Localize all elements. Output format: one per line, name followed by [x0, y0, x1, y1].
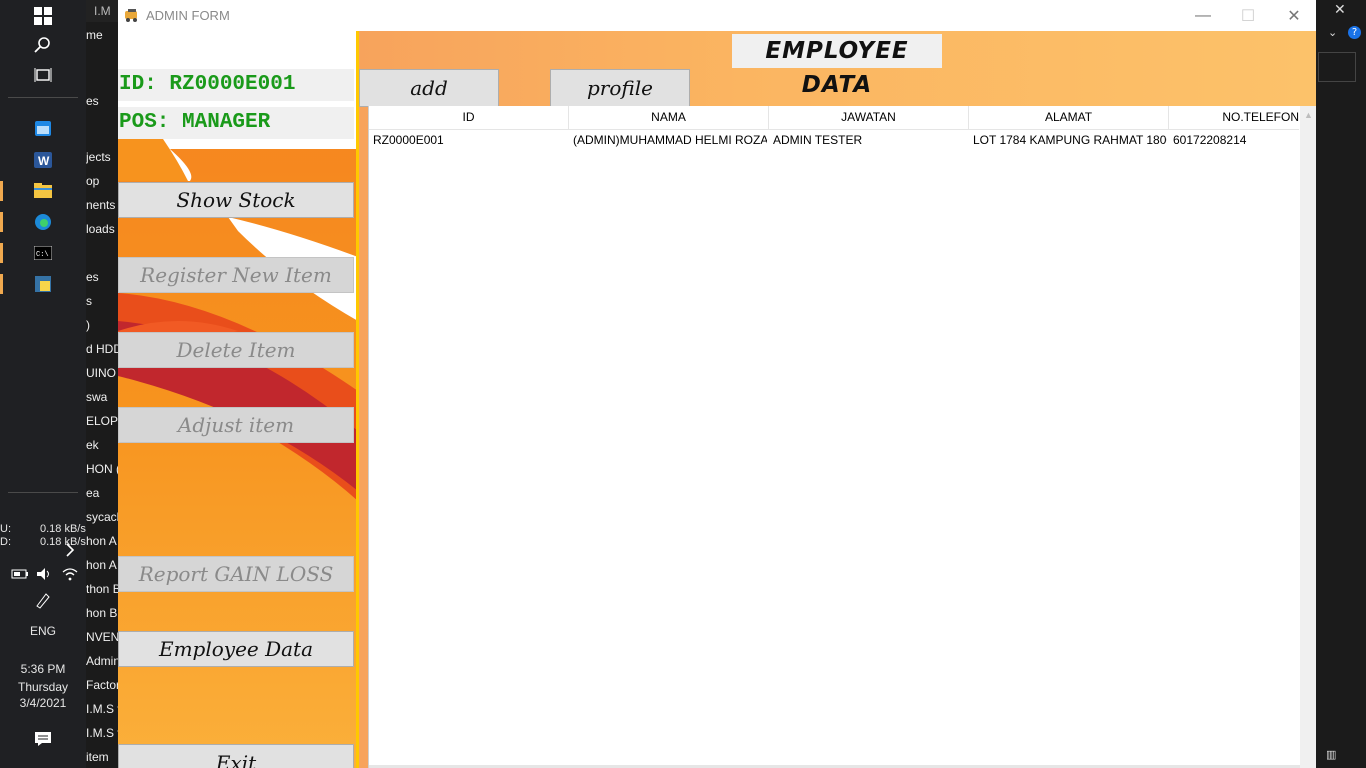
windows-taskbar: W C:\ U: 0.18 kB/s D: 0.18 kB/s ENG 5:36 P… [0, 0, 86, 768]
explorer-item: hon B [86, 606, 118, 620]
word-app-icon[interactable]: W [33, 150, 53, 170]
column-header-nama[interactable]: NAMA [569, 106, 769, 129]
explorer-item: Admin [86, 654, 118, 668]
report-gain-loss-button[interactable]: Report GAIN LOSS [118, 556, 354, 592]
explorer-item: hon A [86, 534, 117, 548]
edge-browser-icon[interactable] [33, 212, 53, 232]
background-close-icon: ✕ [1334, 2, 1346, 18]
column-header-alamat[interactable]: ALAMAT [969, 106, 1169, 129]
background-explorer-window: I.M me es jects op nents loads es s ) d … [86, 0, 118, 768]
employee-id-label: ID: RZ0000E001 [118, 69, 354, 101]
explorer-item: s [86, 294, 92, 308]
explorer-item: ek [86, 438, 99, 452]
adjust-item-button[interactable]: Adjust item [118, 407, 354, 443]
admin-form-window: ADMIN FORM — ☐ ✕ ID: RZ0000E001 POS: MAN… [118, 0, 1316, 768]
background-search-box [1318, 52, 1356, 82]
cell-id[interactable]: RZ0000E001 [369, 130, 569, 150]
background-chevron-icon: ⌄ [1328, 26, 1338, 39]
calendar-app-icon[interactable] [33, 118, 53, 138]
explorer-title-fragment: I.M [94, 4, 111, 18]
explorer-item: ELOPE [86, 414, 118, 428]
window-titlebar[interactable]: ADMIN FORM — ☐ ✕ [118, 0, 1316, 31]
explorer-item: d HDD [86, 342, 118, 356]
pen-workspace-icon[interactable] [33, 590, 53, 610]
main-content: EMPLOYEE DATA add profile ID NAMA JAWATA… [359, 31, 1316, 768]
cell-nama[interactable]: (ADMIN)MUHAMMAD HELMI ROZAIDI [569, 130, 767, 150]
svg-text:W: W [38, 154, 50, 168]
explorer-item: hon A [86, 558, 117, 572]
app-icon [124, 8, 140, 22]
background-view-icon: ▥ [1326, 748, 1337, 761]
task-view-icon[interactable] [33, 65, 53, 85]
background-window-right: ✕ ⌄ ? ▥ [1316, 0, 1366, 768]
explorer-item: I.M.S v [86, 702, 118, 716]
explorer-item: Factor [86, 678, 118, 692]
register-new-item-button[interactable]: Register New Item [118, 257, 354, 293]
wifi-icon[interactable] [60, 564, 80, 584]
cell-no-telefon[interactable]: 60172208214 [1169, 130, 1299, 150]
explorer-item: ea [86, 486, 100, 500]
explorer-item: ) [86, 318, 90, 332]
employee-data-button[interactable]: Employee Data [118, 631, 354, 667]
explorer-item: me [86, 28, 103, 42]
column-header-id[interactable]: ID [369, 106, 569, 129]
search-icon[interactable] [33, 35, 53, 55]
clock-day[interactable]: Thursday [0, 680, 86, 694]
minimize-button[interactable]: — [1180, 0, 1226, 31]
vertical-scrollbar[interactable]: ▲ [1300, 106, 1316, 768]
explorer-item: op [86, 174, 100, 188]
volume-icon[interactable] [35, 564, 55, 584]
windows-start-icon[interactable] [33, 6, 53, 26]
cell-alamat[interactable]: LOT 1784 KAMPUNG RAHMAT 18000 [969, 130, 1167, 150]
employee-table[interactable]: ID NAMA JAWATAN ALAMAT NO.TELEFON RZ0000… [368, 106, 1316, 768]
explorer-item: es [86, 270, 99, 284]
background-help-icon: ? [1348, 26, 1361, 39]
network-download-speed: D: 0.18 kB/s [0, 536, 86, 548]
svg-text:C:\: C:\ [36, 251, 49, 259]
exit-button[interactable]: Exit [118, 744, 354, 768]
add-button[interactable]: add [359, 69, 499, 107]
sidebar-panel: ID: RZ0000E001 POS: MANAGER Show Stock R… [118, 31, 358, 768]
delete-item-button[interactable]: Delete Item [118, 332, 354, 368]
explorer-item: sycach [86, 510, 118, 524]
command-prompt-icon[interactable]: C:\ [33, 243, 53, 263]
close-button[interactable]: ✕ [1271, 0, 1316, 31]
scroll-up-arrow-icon[interactable]: ▲ [1304, 110, 1313, 120]
window-title: ADMIN FORM [146, 8, 230, 23]
maximize-button[interactable]: ☐ [1225, 0, 1271, 31]
employee-position-label: POS: MANAGER [118, 107, 354, 139]
input-language[interactable]: ENG [0, 624, 86, 638]
explorer-item: UINO [86, 366, 116, 380]
action-center-icon[interactable] [33, 729, 53, 749]
explorer-item: nents [86, 198, 116, 212]
cell-jawatan[interactable]: ADMIN TESTER [769, 130, 969, 150]
show-hidden-icons-chevron-icon[interactable] [60, 540, 80, 560]
battery-icon[interactable] [10, 564, 30, 584]
file-explorer-icon[interactable] [33, 181, 53, 201]
profile-button[interactable]: profile [550, 69, 690, 107]
explorer-item: jects [86, 150, 111, 164]
explorer-item: HON ( [86, 462, 118, 476]
explorer-item: thon B [86, 582, 118, 596]
explorer-item: loads [86, 222, 115, 236]
page-title: EMPLOYEE DATA [732, 34, 942, 98]
explorer-item: I.M.S v [86, 726, 118, 740]
python-app-icon[interactable] [33, 274, 53, 294]
explorer-item: es [86, 94, 99, 108]
column-header-jawatan[interactable]: JAWATAN [769, 106, 969, 129]
column-header-no-telefon[interactable]: NO.TELEFON [1169, 106, 1299, 129]
explorer-item: swa [86, 390, 108, 404]
explorer-item: NVENT [86, 630, 118, 644]
clock-time[interactable]: 5:36 PM [0, 662, 86, 676]
explorer-item: item [86, 750, 109, 764]
clock-date[interactable]: 3/4/2021 [0, 696, 86, 710]
show-stock-button[interactable]: Show Stock [118, 182, 354, 218]
table-header: ID NAMA JAWATAN ALAMAT NO.TELEFON [369, 106, 1299, 130]
